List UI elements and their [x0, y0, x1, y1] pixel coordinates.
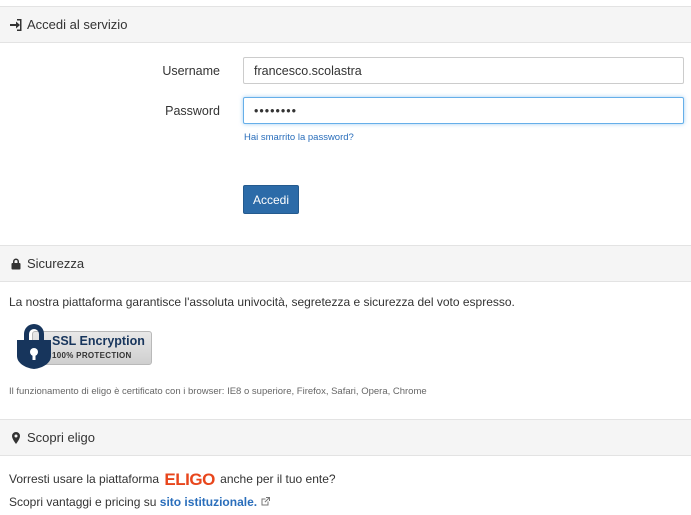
discover-line-1-start: Vorresti usare la piattaforma — [9, 472, 160, 486]
browser-compatibility-note: Il funzionamento di eligo è certificato … — [9, 386, 427, 397]
map-marker-icon — [9, 431, 23, 445]
security-panel-title: Sicurezza — [27, 256, 85, 271]
username-input[interactable] — [243, 57, 684, 84]
discover-panel-title: Scopri eligo — [27, 430, 95, 445]
padlock-shield-icon — [14, 322, 54, 373]
external-link-icon[interactable] — [260, 496, 271, 510]
password-input[interactable] — [243, 97, 684, 124]
discover-line-1-end: anche per il tuo ente? — [220, 472, 336, 486]
access-panel-title: Accedi al servizio — [27, 17, 128, 32]
username-label: Username — [162, 64, 220, 78]
ssl-badge-title: SSL Encryption — [52, 334, 145, 348]
discover-line-1: Vorresti usare la piattaforma ELIGO anch… — [9, 470, 336, 490]
password-label: Password — [165, 104, 220, 118]
sign-in-icon — [9, 18, 23, 32]
ssl-encryption-badge: SSL Encryption 100% PROTECTION — [14, 322, 152, 369]
discover-panel-header: Scopri eligo — [0, 419, 691, 456]
access-panel-header: Accedi al servizio — [0, 6, 691, 43]
security-panel-header: Sicurezza — [0, 245, 691, 282]
institutional-site-link[interactable]: sito istituzionale. — [160, 495, 257, 509]
eligo-logo: ELIGO — [164, 470, 215, 489]
security-description: La nostra piattaforma garantisce l'assol… — [9, 295, 515, 309]
forgot-password-link[interactable]: Hai smarrito la password? — [244, 132, 354, 143]
ssl-badge-subtitle: 100% PROTECTION — [52, 351, 132, 360]
lock-icon — [9, 257, 23, 271]
discover-line-2-start: Scopri vantaggi e pricing su — [9, 495, 157, 509]
discover-line-2: Scopri vantaggi e pricing su sito istitu… — [9, 495, 271, 510]
login-button[interactable]: Accedi — [243, 185, 299, 214]
